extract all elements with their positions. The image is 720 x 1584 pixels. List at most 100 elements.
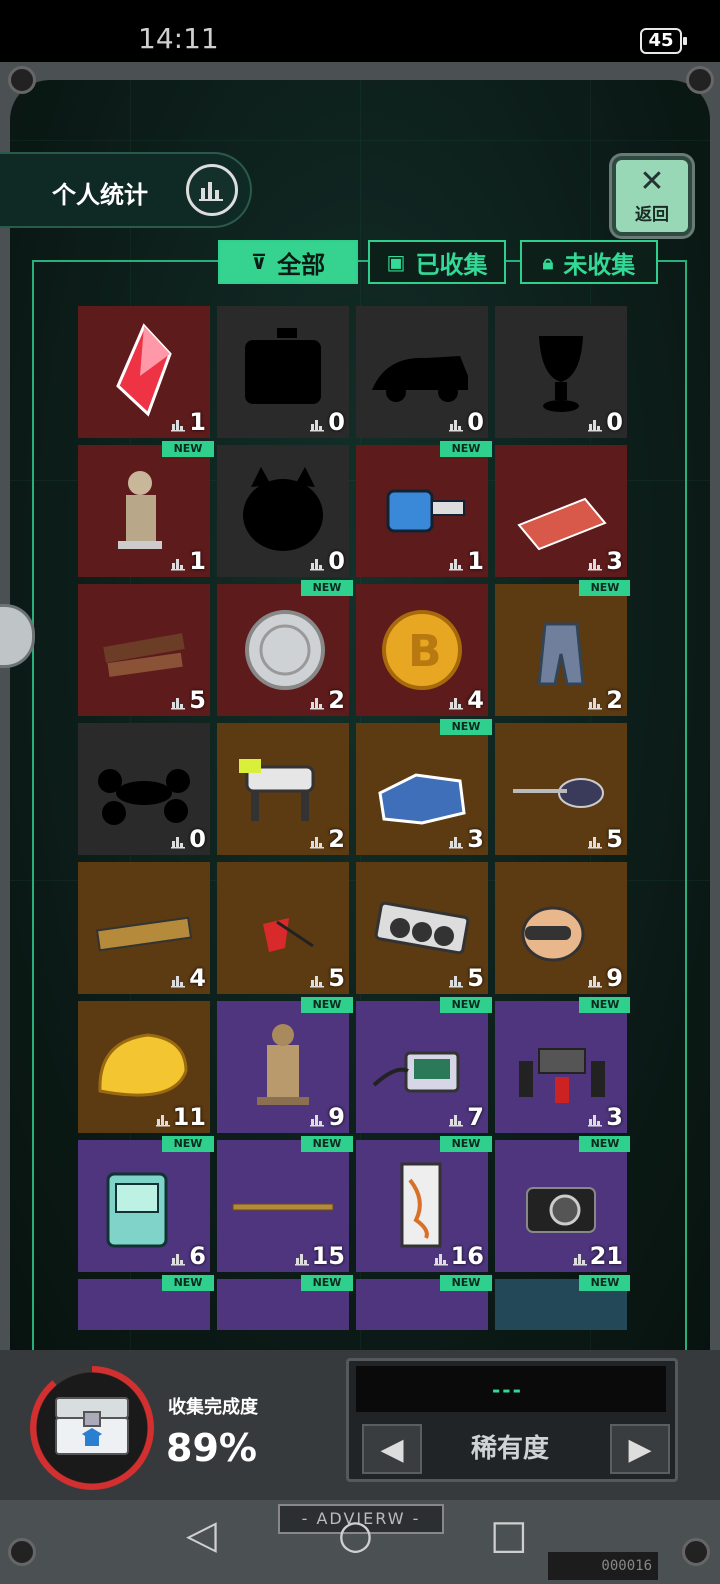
bar-chart-icon [171, 1254, 185, 1266]
bar-chart-icon [434, 1254, 448, 1266]
item-count: 9 [606, 964, 623, 992]
bar-chart-icon [449, 559, 463, 571]
collection-grid: 1 0 0 0 1 NEW 0 1 NEW 3 5 2 NEW B 4 2 NEW 0 2 3 NEW 5 4 5 5 9 11 9 N… [78, 306, 630, 1330]
collection-item-robot-toy[interactable]: 1 [356, 445, 488, 577]
rarity-label: 稀有度 [470, 1434, 549, 1464]
new-badge: NEW [440, 719, 492, 735]
new-badge: NEW [440, 1136, 492, 1152]
bar-chart-icon [171, 559, 185, 571]
item-count: 6 [189, 1242, 206, 1270]
tab-uncollected[interactable]: 🔒︎ 未收集 [520, 240, 658, 284]
screw-icon [8, 1538, 36, 1566]
collection-item-robot-dog[interactable]: 2 [217, 723, 349, 855]
item-count: 0 [467, 408, 484, 436]
tab-label: 全部 [277, 250, 326, 279]
bar-chart-icon [171, 698, 185, 710]
status-time: 14:11 [138, 22, 219, 55]
collection-item-gold-nugget[interactable]: 11 [78, 1001, 210, 1133]
collection-item-phone[interactable]: 4 [78, 862, 210, 994]
item-count: 4 [467, 686, 484, 714]
arrow-left-icon[interactable]: ◀ [362, 1424, 422, 1474]
collection-item-tiger-scroll[interactable]: 16 [356, 1140, 488, 1272]
item-count: 3 [606, 547, 623, 575]
bar-chart-icon [310, 420, 324, 432]
completion-value: 89% [166, 1426, 257, 1470]
item-count: 5 [328, 964, 345, 992]
collection-item-car-silhouette[interactable]: 0 [356, 306, 488, 438]
collection-item-guitar[interactable]: 5 [495, 723, 627, 855]
item-count: 2 [328, 686, 345, 714]
filter-icon: ⊽ [250, 250, 268, 274]
bar-chart-icon [310, 837, 324, 849]
item-count: 3 [606, 1103, 623, 1131]
lock-icon: 🔒︎ [542, 250, 554, 274]
item-count: 0 [328, 547, 345, 575]
tab-collected[interactable]: ▣ 已收集 [368, 240, 506, 284]
collection-item-dog-statue[interactable]: 1 [78, 445, 210, 577]
collection-item-camera[interactable]: 21 [495, 1140, 627, 1272]
collection-item-terracotta-warrior[interactable]: 9 [217, 1001, 349, 1133]
collection-item-red-card[interactable]: 3 [495, 445, 627, 577]
bar-chart-icon [310, 1115, 324, 1127]
back-nav-icon[interactable]: ◁ [186, 1512, 217, 1558]
collection-item-star-map[interactable]: 3 [356, 723, 488, 855]
collection-item-device-pad[interactable]: 7 [356, 1001, 488, 1133]
collection-item-graphics-card[interactable]: 5 [356, 862, 488, 994]
collection-item-bitcoin[interactable]: B4 [356, 584, 488, 716]
collection-item-overalls[interactable]: 2 [495, 584, 627, 716]
bar-chart-icon [588, 698, 602, 710]
collection-item-chocolate-bar[interactable]: 5 [78, 584, 210, 716]
collection-item-radio-silhouette[interactable]: 0 [217, 306, 349, 438]
collection-item-crystal[interactable]: 1 [78, 306, 210, 438]
tab-all[interactable]: ⊽ 全部 [218, 240, 358, 284]
close-icon: ✕ [639, 164, 665, 199]
collection-item-trophy-silhouette[interactable]: 0 [495, 306, 627, 438]
item-count: 5 [189, 686, 206, 714]
collection-item-silver-coin[interactable]: 2 [217, 584, 349, 716]
item-count: 21 [589, 1242, 623, 1270]
screw-icon [686, 66, 714, 94]
item-count: 1 [189, 547, 206, 575]
collection-item-drone-silhouette[interactable]: 0 [78, 723, 210, 855]
bar-chart-icon [171, 976, 185, 988]
new-badge: NEW [440, 1275, 492, 1291]
item-count: 16 [450, 1242, 484, 1270]
collection-item-coffin-dancers[interactable]: 3 [495, 1001, 627, 1133]
new-badge: NEW [579, 580, 630, 596]
new-badge: NEW [162, 1275, 214, 1291]
collection-item-bmo-robot[interactable]: 6 [78, 1140, 210, 1272]
new-badge: NEW [301, 997, 353, 1013]
item-count: 0 [328, 408, 345, 436]
screw-icon [8, 66, 36, 94]
divider [685, 260, 687, 1350]
bar-chart-icon [449, 837, 463, 849]
new-badge: NEW [162, 1136, 214, 1152]
new-badge: NEW [579, 997, 630, 1013]
bar-chart-icon [449, 976, 463, 988]
bar-chart-icon[interactable] [186, 164, 238, 216]
svg-text:B: B [408, 626, 442, 677]
bar-chart-icon [171, 837, 185, 849]
item-count: 1 [467, 547, 484, 575]
home-nav-icon[interactable]: ○ [338, 1512, 373, 1558]
back-button[interactable]: ✕ 返回 [612, 156, 692, 236]
bar-chart-icon [449, 1115, 463, 1127]
collection-item-vr-helmet[interactable]: 9 [495, 862, 627, 994]
bar-chart-icon [588, 976, 602, 988]
completion-label: 收集完成度 [168, 1397, 258, 1418]
collection-item-golden-staff[interactable]: 15 [217, 1140, 349, 1272]
item-count: 0 [189, 825, 206, 853]
collection-item-cat-silhouette[interactable]: 0 [217, 445, 349, 577]
battery-icon: 45 [640, 28, 687, 54]
item-count: 15 [311, 1242, 345, 1270]
collection-item-red-trinket[interactable]: 5 [217, 862, 349, 994]
box-icon: ▣ [386, 250, 406, 274]
bar-chart-icon [310, 976, 324, 988]
bar-chart-icon [588, 1115, 602, 1127]
new-badge: NEW [440, 441, 492, 457]
new-badge: NEW [579, 1275, 630, 1291]
item-count: 7 [467, 1103, 484, 1131]
recents-nav-icon[interactable]: □ [490, 1512, 528, 1558]
item-count: 11 [172, 1103, 206, 1131]
arrow-right-icon[interactable]: ▶ [610, 1424, 670, 1474]
